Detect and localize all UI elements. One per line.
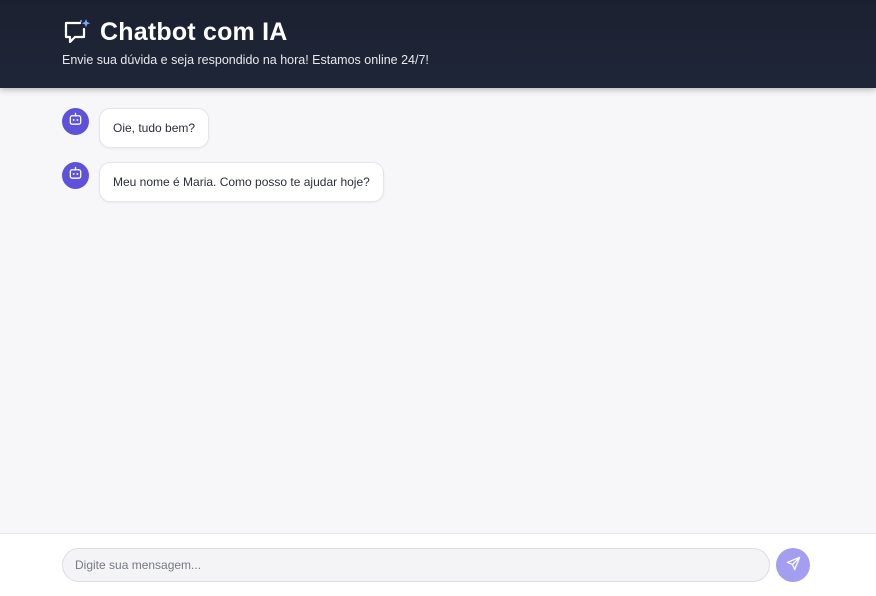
bot-avatar bbox=[62, 162, 89, 189]
chat-sparkle-icon bbox=[62, 17, 92, 47]
message-list: Oie, tudo bem? Meu nome é Maria. Como po… bbox=[62, 108, 876, 216]
header: Chatbot com IA Envie sua dúvida e seja r… bbox=[0, 0, 876, 88]
message-bubble: Meu nome é Maria. Como posso te ajudar h… bbox=[99, 162, 384, 202]
page-subtitle: Envie sua dúvida e seja respondido na ho… bbox=[62, 53, 429, 67]
message-row: Meu nome é Maria. Como posso te ajudar h… bbox=[62, 162, 876, 202]
header-title-row: Chatbot com IA bbox=[62, 14, 288, 50]
send-button[interactable] bbox=[776, 548, 810, 582]
bot-icon bbox=[68, 166, 83, 186]
page-title: Chatbot com IA bbox=[100, 17, 288, 46]
bot-avatar bbox=[62, 108, 89, 135]
message-input[interactable] bbox=[62, 548, 770, 582]
message-bubble: Oie, tudo bem? bbox=[99, 108, 210, 148]
composer bbox=[0, 533, 876, 596]
message-row: Oie, tudo bem? bbox=[62, 108, 876, 148]
send-icon bbox=[786, 556, 801, 574]
bot-icon bbox=[68, 112, 83, 132]
